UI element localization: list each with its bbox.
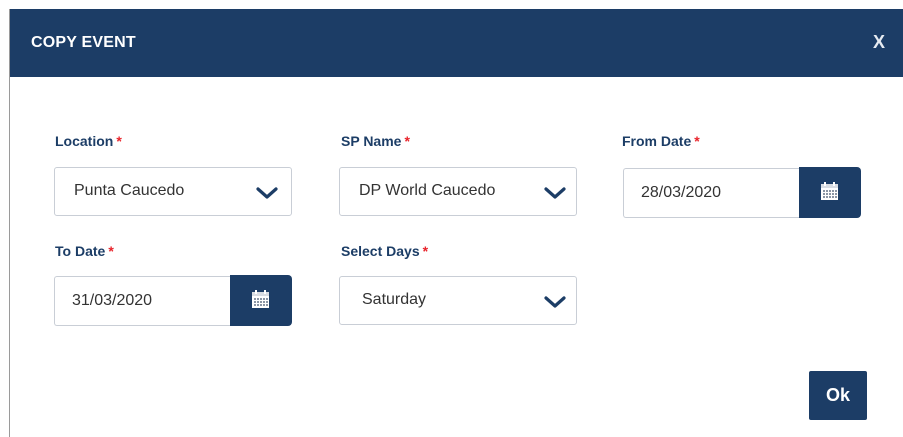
from-date-calendar-button[interactable] [799,167,861,218]
to-date-label: To Date * [55,243,114,259]
select-days-select-value: Saturday [362,291,427,308]
calendar-icon [821,182,838,200]
chevron-down-icon [544,296,566,308]
sp-name-select-value: DP World Caucedo [359,182,496,199]
required-marker: * [108,243,114,259]
copy-event-dialog: COPY EVENT X Location * Punta Caucedo SP … [9,9,903,437]
chevron-down-icon [544,187,566,199]
location-label: Location * [55,133,122,149]
dialog-header: COPY EVENT X [10,9,903,77]
from-date-input[interactable]: 28/03/2020 [623,168,799,218]
location-select-value: Punta Caucedo [74,182,185,199]
to-date-input[interactable]: 31/03/2020 [54,276,230,326]
sp-name-label-text: SP Name [341,133,402,149]
calendar-icon [252,290,269,308]
close-icon[interactable]: X [869,31,889,53]
location-label-text: Location [55,133,114,149]
to-date-value: 31/03/2020 [72,292,153,309]
from-date-label-text: From Date [622,133,692,149]
from-date-label: From Date * [622,133,700,149]
required-marker: * [694,133,700,149]
required-marker: * [422,243,429,259]
required-marker: * [404,133,410,149]
dialog-title: COPY EVENT [31,34,136,51]
select-days-label-text: Select Days [341,243,420,259]
select-days-select[interactable]: Saturday [339,276,577,325]
from-date-value: 28/03/2020 [641,184,722,201]
sp-name-label: SP Name * [341,133,410,149]
page: COPY EVENT X Location * Punta Caucedo SP … [0,0,903,437]
sp-name-select[interactable]: DP World Caucedo [339,167,577,216]
chevron-down-icon [256,187,278,199]
location-select[interactable]: Punta Caucedo [54,167,292,216]
to-date-calendar-button[interactable] [230,275,292,326]
top-strip [0,0,903,9]
ok-button[interactable]: Ok [809,371,867,420]
required-marker: * [116,133,122,149]
select-days-label: Select Days * [341,243,428,259]
to-date-label-text: To Date [55,243,106,259]
